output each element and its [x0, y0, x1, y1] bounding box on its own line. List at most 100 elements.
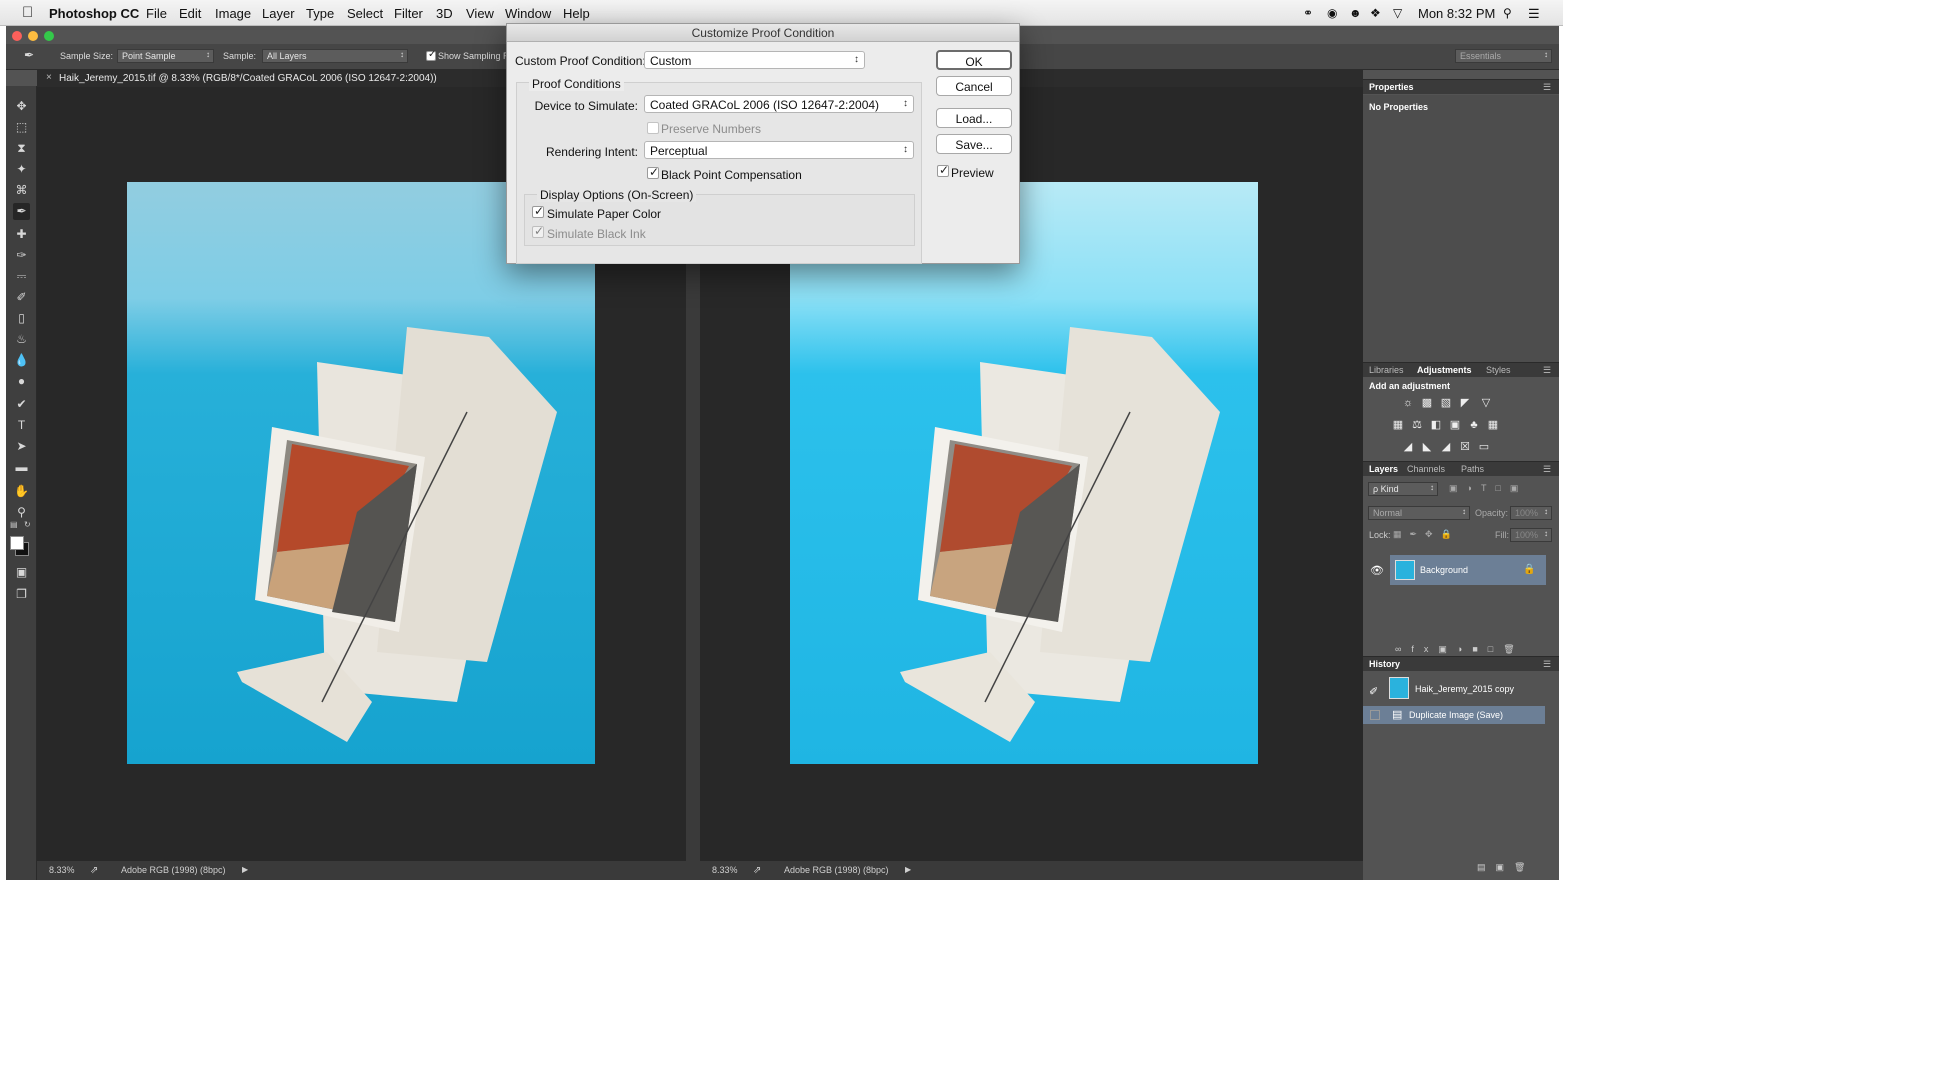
status-app-icon[interactable]: ◉ — [1327, 6, 1337, 20]
default-colors-icon[interactable]: ▤ — [10, 520, 18, 529]
invert-icon[interactable]: ◢ — [1401, 441, 1415, 453]
brightness-contrast-icon[interactable]: ☼ — [1401, 397, 1415, 409]
posterize-icon[interactable]: ◣ — [1420, 441, 1434, 453]
sample-size-select[interactable]: Point Sample — [117, 49, 214, 63]
path-selection-tool-icon[interactable]: ➤ — [13, 438, 30, 455]
panel-menu-icon[interactable]: ☰ — [1543, 659, 1551, 670]
cancel-button[interactable]: Cancel — [936, 76, 1012, 96]
minimize-window-button[interactable] — [28, 31, 38, 41]
fill-field[interactable]: 100% — [1510, 528, 1552, 542]
load-button[interactable]: Load... — [936, 108, 1012, 128]
dodge-tool-icon[interactable]: ● — [13, 373, 30, 390]
black-white-icon[interactable]: ◧ — [1429, 419, 1443, 431]
vibrance-icon[interactable]: ▽ — [1479, 397, 1493, 409]
wifi-icon[interactable]: ▽ — [1393, 6, 1402, 20]
menu-type[interactable]: Type — [306, 6, 334, 21]
tab-properties[interactable]: Properties — [1369, 82, 1414, 92]
tab-adjustments[interactable]: Adjustments — [1417, 365, 1472, 375]
levels-icon[interactable]: ▩ — [1420, 397, 1434, 409]
history-state-row[interactable]: ▤ Duplicate Image (Save) — [1363, 706, 1545, 724]
ok-button[interactable]: OK — [936, 50, 1012, 70]
history-brush-tool-icon[interactable]: ✐ — [13, 289, 30, 306]
lasso-tool-icon[interactable]: ⧗ — [13, 140, 30, 157]
notification-center-icon[interactable]: ☰ — [1528, 6, 1540, 22]
hue-saturation-icon[interactable]: ▦ — [1391, 419, 1405, 431]
menu-filter[interactable]: Filter — [394, 6, 423, 21]
menu-image[interactable]: Image — [215, 6, 251, 21]
sample-select[interactable]: All Layers — [262, 49, 408, 63]
close-tab-icon[interactable]: × — [46, 72, 52, 83]
hand-tool-icon[interactable]: ✋ — [13, 483, 30, 500]
status-app-icon-2[interactable]: ☻ — [1349, 6, 1362, 20]
tab-channels[interactable]: Channels — [1407, 464, 1445, 474]
creative-cloud-icon[interactable]: ⚭ — [1303, 6, 1313, 20]
tab-paths[interactable]: Paths — [1461, 464, 1484, 474]
device-to-simulate-select[interactable]: Coated GRACoL 2006 (ISO 12647-2:2004) — [644, 95, 914, 113]
healing-brush-tool-icon[interactable]: ✚ — [13, 226, 30, 243]
clone-stamp-tool-icon[interactable]: ⎓ — [13, 268, 30, 285]
eraser-tool-icon[interactable]: ▯ — [13, 310, 30, 327]
custom-proof-condition-select[interactable]: Custom — [644, 51, 865, 69]
pen-tool-icon[interactable]: ✔ — [13, 396, 30, 413]
blend-mode-select[interactable]: Normal — [1368, 506, 1470, 520]
screen-mode-icon[interactable]: ❐ — [13, 586, 30, 603]
simulate-black-ink-checkbox[interactable] — [532, 224, 544, 238]
simulate-paper-color-checkbox[interactable] — [532, 204, 544, 218]
tab-styles[interactable]: Styles — [1486, 365, 1511, 375]
layer-row-background[interactable]: Background 🔒 — [1390, 555, 1546, 585]
preview-checkbox[interactable] — [937, 163, 949, 177]
status-share-icon-right[interactable]: ⇗ — [753, 865, 761, 876]
history-state-checkbox[interactable] — [1370, 710, 1380, 720]
history-snapshot-name[interactable]: Haik_Jeremy_2015 copy — [1415, 684, 1514, 694]
zoom-tool-icon[interactable]: ⚲ — [13, 504, 30, 521]
menu-window[interactable]: Window — [505, 6, 551, 21]
menu-clock[interactable]: Mon 8:32 PM — [1418, 6, 1495, 21]
menu-layer[interactable]: Layer — [262, 6, 295, 21]
save-button[interactable]: Save... — [936, 134, 1012, 154]
menu-select[interactable]: Select — [347, 6, 383, 21]
black-point-compensation-checkbox[interactable] — [647, 165, 659, 179]
layer-filter-kind-select[interactable]: ρ Kind — [1368, 482, 1438, 496]
apple-icon[interactable]:  — [22, 4, 33, 21]
menu-view[interactable]: View — [466, 6, 494, 21]
show-sampling-ring-checkbox[interactable] — [426, 49, 436, 61]
gradient-map-icon[interactable]: ▭ — [1477, 441, 1491, 453]
menu-file[interactable]: File — [146, 6, 167, 21]
menu-app-name[interactable]: Photoshop CC — [49, 6, 139, 21]
threshold-icon[interactable]: ◢ — [1439, 441, 1453, 453]
status-arrow-icon-right[interactable]: ▶ — [905, 865, 911, 874]
layer-visibility-eye-icon[interactable]: 👁 — [1370, 564, 1384, 577]
color-balance-icon[interactable]: ⚖ — [1410, 419, 1424, 431]
blur-tool-icon[interactable]: 💧 — [13, 352, 30, 369]
opacity-field[interactable]: 100% — [1510, 506, 1552, 520]
tab-layers[interactable]: Layers — [1369, 464, 1398, 474]
history-footer-icons[interactable]: ▤▣🗑 — [1477, 862, 1535, 873]
foreground-color-swatch[interactable] — [10, 536, 24, 550]
move-tool-icon[interactable]: ✥ — [13, 98, 30, 115]
lock-icons[interactable]: ▦✒✥🔒 — [1393, 529, 1460, 540]
color-lookup-icon[interactable]: ▦ — [1486, 419, 1500, 431]
magic-wand-tool-icon[interactable]: ✦ — [13, 161, 30, 178]
status-arrow-icon-left[interactable]: ▶ — [242, 865, 248, 874]
layer-filter-icons[interactable]: ▣◑T□▣ — [1449, 483, 1527, 494]
menu-3d[interactable]: 3D — [436, 6, 453, 21]
photo-filter-icon[interactable]: ▣ — [1448, 419, 1462, 431]
channel-mixer-icon[interactable]: ♣ — [1467, 419, 1481, 431]
close-window-button[interactable] — [12, 31, 22, 41]
tab-libraries[interactable]: Libraries — [1369, 365, 1404, 375]
brush-tool-icon[interactable]: ✑ — [13, 247, 30, 264]
rendering-intent-select[interactable]: Perceptual — [644, 141, 914, 159]
menu-edit[interactable]: Edit — [179, 6, 201, 21]
preserve-numbers-checkbox[interactable] — [647, 122, 659, 134]
exposure-icon[interactable]: ◤ — [1458, 397, 1472, 409]
swap-colors-icon[interactable]: ↻ — [24, 520, 31, 529]
selective-color-icon[interactable]: ☒ — [1458, 441, 1472, 453]
curves-icon[interactable]: ▧ — [1439, 397, 1453, 409]
eyedropper-icon[interactable]: ✒ — [24, 48, 34, 62]
rectangle-tool-icon[interactable]: ▬ — [13, 459, 30, 476]
crop-tool-icon[interactable]: ⌘ — [13, 182, 30, 199]
quick-mask-icon[interactable]: ▣ — [13, 564, 30, 581]
panel-menu-icon[interactable]: ☰ — [1543, 82, 1551, 93]
tab-history[interactable]: History — [1369, 659, 1400, 669]
marquee-tool-icon[interactable]: ⬚ — [13, 119, 30, 136]
